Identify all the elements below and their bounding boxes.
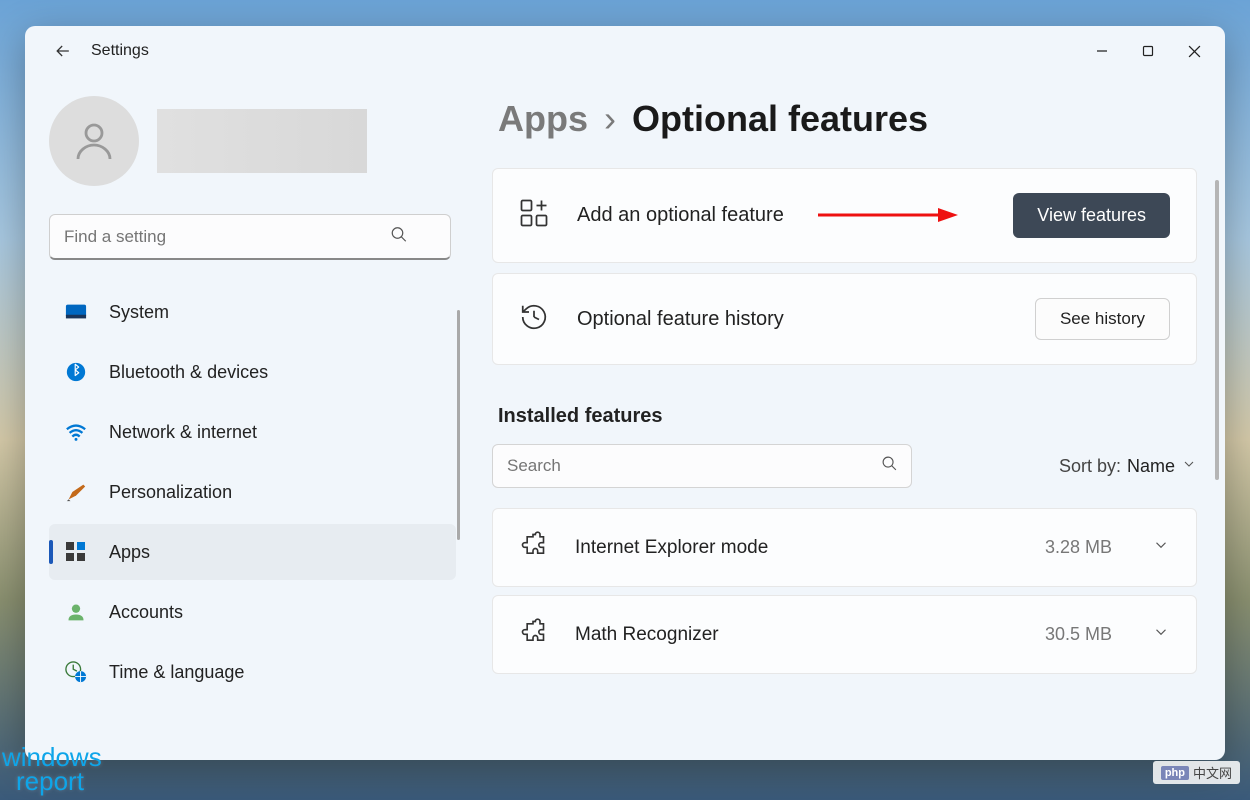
sidebar-item-bluetooth[interactable]: Bluetooth & devices [49,344,456,400]
add-feature-label: Add an optional feature [577,204,985,227]
back-button[interactable] [43,31,83,71]
breadcrumb-current: Optional features [632,98,928,140]
nav-list: System Bluetooth & devices Network & int… [49,284,456,700]
system-icon [65,301,87,323]
sidebar-item-apps[interactable]: Apps [49,524,456,580]
view-features-button[interactable]: View features [1013,193,1170,238]
chevron-down-icon [1181,456,1197,477]
maximize-icon [1142,45,1154,57]
sidebar: System Bluetooth & devices Network & int… [25,76,480,760]
profile-section[interactable] [49,96,456,186]
history-icon [519,302,549,337]
chevron-down-icon [1152,536,1170,559]
maximize-button[interactable] [1125,34,1171,68]
search-container [49,214,456,260]
breadcrumb-parent[interactable]: Apps [498,98,588,140]
search-input[interactable] [49,214,451,260]
feature-search-container [492,444,912,488]
sidebar-item-label: Time & language [109,662,244,683]
close-icon [1188,45,1201,58]
window-title: Settings [91,42,149,60]
sidebar-item-personalization[interactable]: Personalization [49,464,456,520]
watermark-php: php 中文网 [1153,761,1240,784]
avatar [49,96,139,186]
sidebar-item-label: Personalization [109,482,232,503]
watermark-windows-report: windows report [2,745,102,794]
settings-window: Settings [25,26,1225,760]
minimize-icon [1096,45,1108,57]
feature-name: Math Recognizer [575,624,1017,646]
chevron-down-icon [1152,623,1170,646]
see-history-button[interactable]: See history [1035,298,1170,340]
history-label: Optional feature history [577,308,1007,331]
php-badge-icon: php [1161,766,1189,780]
installed-features-heading: Installed features [498,405,1197,428]
breadcrumb: Apps › Optional features [498,98,1197,140]
sort-dropdown[interactable]: Sort by: Name [1059,456,1197,477]
bluetooth-icon [65,361,87,383]
sort-value: Name [1127,456,1175,477]
sidebar-item-system[interactable]: System [49,284,456,340]
feature-search-input[interactable] [492,444,912,488]
window-controls [1079,34,1217,68]
add-tiles-icon [519,198,549,233]
main-content: Apps › Optional features Add an optional… [480,76,1225,760]
paintbrush-icon [65,481,87,503]
arrow-left-icon [53,41,73,61]
feature-size: 3.28 MB [1045,537,1112,558]
feature-item[interactable]: Math Recognizer 30.5 MB [492,595,1197,674]
sidebar-item-label: Bluetooth & devices [109,362,268,383]
profile-name-redacted [157,109,367,173]
person-icon [70,117,118,165]
sidebar-item-network[interactable]: Network & internet [49,404,456,460]
sidebar-item-time-language[interactable]: Time & language [49,644,456,700]
wifi-icon [65,421,87,443]
clock-globe-icon [65,661,87,683]
history-card: Optional feature history See history [492,273,1197,365]
close-button[interactable] [1171,34,1217,68]
minimize-button[interactable] [1079,34,1125,68]
sort-label: Sort by: [1059,456,1121,477]
sidebar-item-accounts[interactable]: Accounts [49,584,456,640]
sidebar-item-label: Apps [109,542,150,563]
search-sort-row: Sort by: Name [492,444,1197,488]
sidebar-item-label: Accounts [109,602,183,623]
sidebar-item-label: System [109,302,169,323]
sidebar-item-label: Network & internet [109,422,257,443]
apps-icon [65,541,87,563]
puzzle-icon [519,531,547,564]
titlebar: Settings [25,26,1225,76]
sidebar-scrollbar[interactable] [457,310,460,540]
add-feature-card: Add an optional feature View features [492,168,1197,263]
feature-size: 30.5 MB [1045,624,1112,645]
feature-item[interactable]: Internet Explorer mode 3.28 MB [492,508,1197,587]
main-scrollbar[interactable] [1215,180,1219,480]
window-body: System Bluetooth & devices Network & int… [25,76,1225,760]
chevron-right-icon: › [604,98,616,140]
puzzle-icon [519,618,547,651]
feature-name: Internet Explorer mode [575,537,1017,559]
accounts-icon [65,601,87,623]
